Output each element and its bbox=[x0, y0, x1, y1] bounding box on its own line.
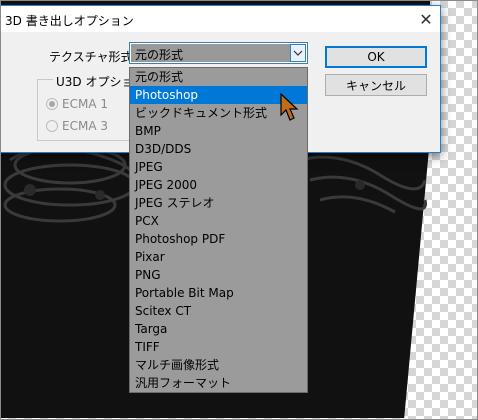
radio-checked-icon[interactable] bbox=[46, 98, 58, 110]
radio-unchecked-icon[interactable] bbox=[46, 120, 58, 132]
dropdown-item[interactable]: D3D/DDS bbox=[130, 140, 307, 158]
dropdown-item[interactable]: Targa bbox=[130, 320, 307, 338]
dialog-titlebar[interactable]: 3D 書き出しオプション ✕ bbox=[1, 6, 440, 32]
radio-ecma3[interactable]: ECMA 3 bbox=[46, 119, 108, 133]
dropdown-item[interactable]: JPEG bbox=[130, 158, 307, 176]
dropdown-item[interactable]: PCX bbox=[130, 212, 307, 230]
dropdown-item[interactable]: Portable Bit Map bbox=[130, 284, 307, 302]
cancel-button[interactable]: キャンセル bbox=[325, 74, 427, 96]
dropdown-item[interactable]: 元の形式 bbox=[130, 68, 307, 86]
dropdown-item[interactable]: TIFF bbox=[130, 338, 307, 356]
dropdown-item[interactable]: PNG bbox=[130, 266, 307, 284]
mouse-cursor-icon bbox=[280, 93, 299, 121]
radio-ecma1[interactable]: ECMA 1 bbox=[46, 97, 108, 111]
ok-button[interactable]: OK bbox=[325, 46, 427, 68]
dropdown-item[interactable]: BMP bbox=[130, 122, 307, 140]
dropdown-item[interactable]: JPEG 2000 bbox=[130, 176, 307, 194]
chevron-down-icon[interactable] bbox=[290, 44, 306, 62]
radio-ecma3-label: ECMA 3 bbox=[62, 119, 108, 133]
dropdown-item[interactable]: マルチ画像形式 bbox=[130, 356, 307, 374]
dialog-title: 3D 書き出しオプション bbox=[5, 14, 134, 28]
texture-format-value: 元の形式 bbox=[131, 44, 290, 62]
dropdown-item[interactable]: JPEG ステレオ bbox=[130, 194, 307, 212]
radio-ecma1-label: ECMA 1 bbox=[62, 97, 108, 111]
texture-format-select[interactable]: 元の形式 bbox=[129, 42, 308, 64]
dropdown-item[interactable]: Pixar bbox=[130, 248, 307, 266]
dropdown-item[interactable]: 汎用フォーマット bbox=[130, 374, 307, 392]
dropdown-item[interactable]: Photoshop PDF bbox=[130, 230, 307, 248]
dropdown-item[interactable]: Scitex CT bbox=[130, 302, 307, 320]
close-icon[interactable]: ✕ bbox=[415, 9, 437, 29]
